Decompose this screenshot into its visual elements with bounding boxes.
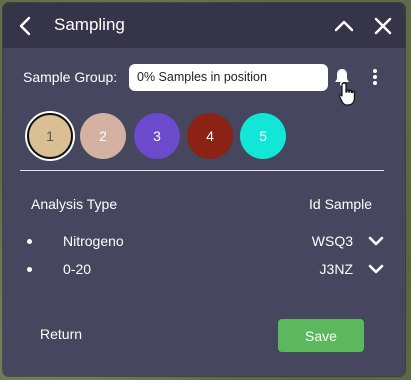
sample-group-label: Sample Group: xyxy=(23,69,118,85)
id-sample-header: Id Sample xyxy=(309,196,373,212)
table-row: Nitrogeno WSQ3 xyxy=(3,230,405,254)
sample-circle-label: 2 xyxy=(99,128,107,144)
id-sample-dropdown[interactable] xyxy=(367,261,385,277)
bullet xyxy=(27,239,32,244)
chevron-down-icon xyxy=(368,236,384,246)
analysis-type-value: Nitrogeno xyxy=(63,233,124,249)
sample-group-input[interactable]: 0% Samples in position xyxy=(129,64,328,91)
sample-circle-2[interactable]: 2 xyxy=(80,113,126,159)
panel-header: Sampling xyxy=(3,3,405,48)
sample-circle-1[interactable]: 1 xyxy=(27,113,73,159)
save-button[interactable]: Save xyxy=(278,319,364,352)
sample-circle-label: 5 xyxy=(259,128,267,144)
chevron-up-icon xyxy=(334,20,354,32)
analysis-type-value: 0-20 xyxy=(63,261,92,277)
collapse-button[interactable] xyxy=(333,15,355,37)
hand-cursor-icon xyxy=(338,82,355,106)
analysis-type-header: Analysis Type xyxy=(31,196,118,212)
chevron-left-icon xyxy=(19,16,31,36)
id-sample-dropdown[interactable] xyxy=(367,233,385,249)
table-row: 0-20 J3NZ xyxy=(3,258,405,282)
chevron-down-icon xyxy=(368,264,384,274)
more-options-button[interactable] xyxy=(368,67,382,87)
panel-title: Sampling xyxy=(54,15,125,34)
return-button[interactable]: Return xyxy=(40,326,82,342)
id-sample-value[interactable]: J3NZ xyxy=(320,261,353,277)
back-button[interactable] xyxy=(15,15,37,37)
sample-circle-4[interactable]: 4 xyxy=(187,113,233,159)
sample-circle-label: 3 xyxy=(153,128,161,144)
sample-circle-3[interactable]: 3 xyxy=(134,113,180,159)
id-sample-value[interactable]: WSQ3 xyxy=(312,233,353,249)
bullet xyxy=(27,267,32,272)
close-icon xyxy=(374,17,392,35)
kebab-menu-icon xyxy=(373,69,377,85)
sample-circle-label: 4 xyxy=(206,128,214,144)
sample-circle-5[interactable]: 5 xyxy=(240,113,286,159)
sampling-panel: Sampling Sample Group: 0% Samples in pos… xyxy=(3,3,405,376)
section-divider xyxy=(20,170,384,171)
close-button[interactable] xyxy=(372,15,394,37)
sample-circle-label: 1 xyxy=(46,128,54,144)
